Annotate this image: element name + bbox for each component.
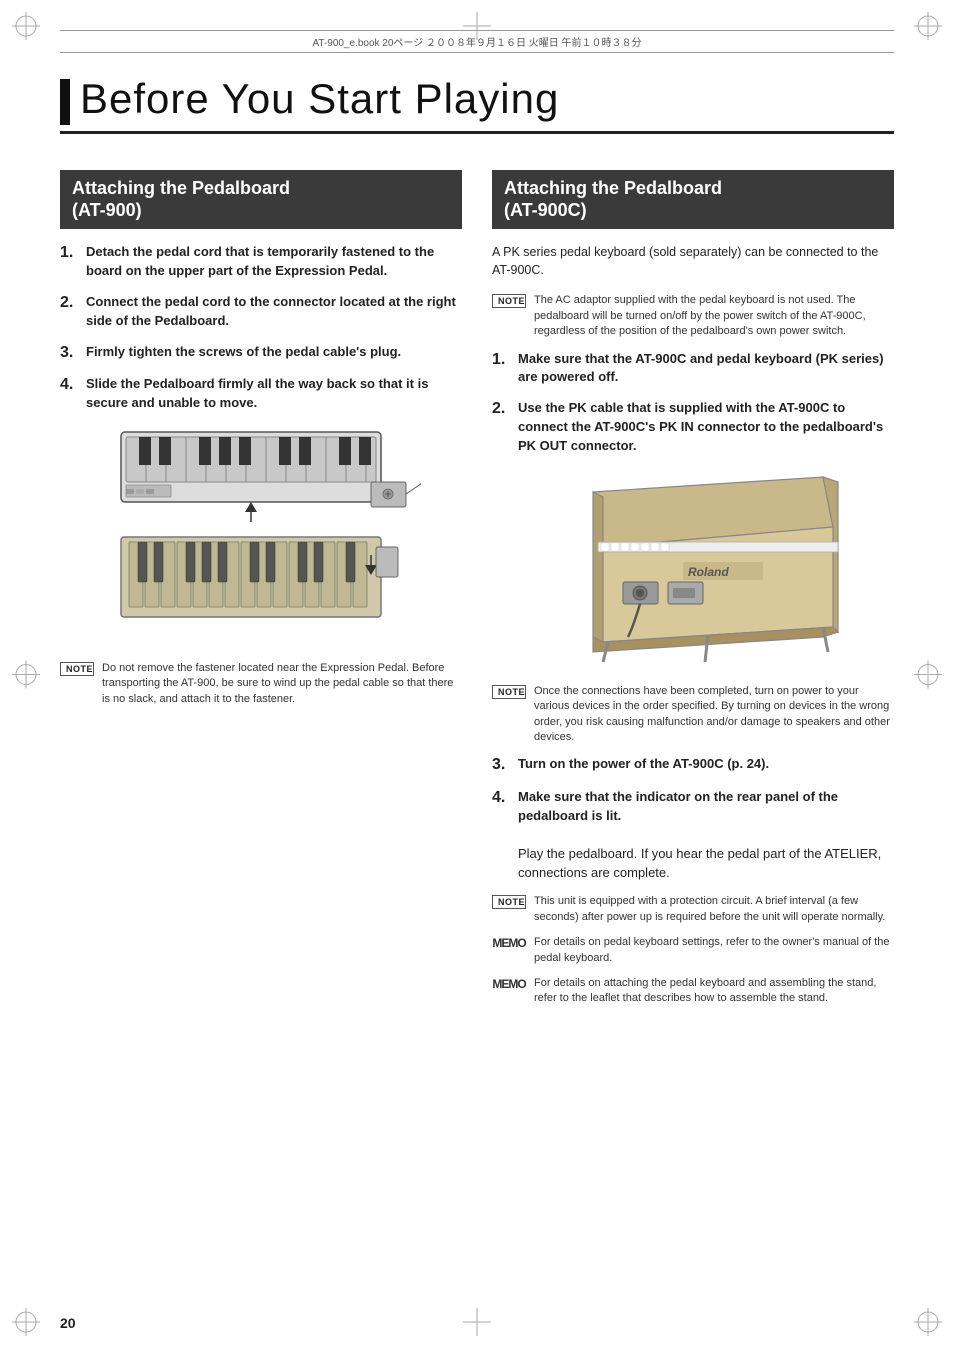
- right-note-box-2: NOTE Once the connections have been comp…: [492, 684, 894, 746]
- page-number: 20: [60, 1315, 76, 1331]
- right-step-4: 4. Make sure that the indicator on the r…: [492, 788, 894, 882]
- right-note-box-3: NOTE This unit is equipped with a protec…: [492, 894, 894, 925]
- note-label-r2: NOTE: [492, 685, 526, 699]
- right-memo-text-2: For details on attaching the pedal keybo…: [534, 976, 894, 1007]
- reg-mark-br: [914, 1308, 942, 1339]
- page-title-container: Before You Start Playing: [60, 75, 894, 134]
- right-step-2: 2. Use the PK cable that is supplied wit…: [492, 399, 894, 456]
- reg-mark-ml: [12, 660, 40, 691]
- top-bar: AT-900_e.book 20ページ ２００８年９月１６日 火曜日 午前１０時…: [60, 30, 894, 53]
- note-label-r3: NOTE: [492, 895, 526, 909]
- step-4-number: 4.: [60, 375, 80, 396]
- title-accent-bar: [60, 79, 70, 125]
- memo-label-2: MEMO: [492, 977, 526, 991]
- right-step-1-number: 1.: [492, 350, 512, 371]
- step-1-number: 1.: [60, 243, 80, 264]
- right-step-2-number: 2.: [492, 399, 512, 420]
- right-note-text-3: This unit is equipped with a protection …: [534, 894, 894, 925]
- piano-diagram-svg: Roland: [543, 472, 843, 667]
- step-2-text: Connect the pedal cord to the connector …: [86, 293, 462, 331]
- right-step-3-text: Turn on the power of the AT-900C (p. 24)…: [518, 755, 894, 774]
- pedalboard-diagram: Screw: [60, 427, 462, 647]
- right-memo-text-1: For details on pedal keyboard settings, …: [534, 935, 894, 966]
- right-step-2-text: Use the PK cable that is supplied with t…: [518, 399, 894, 456]
- note-label-left: NOTE: [60, 662, 94, 676]
- reg-mark-tl: [12, 12, 40, 43]
- memo-label-1: MEMO: [492, 936, 526, 950]
- reg-mark-mr: [914, 660, 942, 691]
- reg-mark-bl: [12, 1308, 40, 1339]
- left-section-header: Attaching the Pedalboard (AT-900): [60, 170, 462, 229]
- right-memo-box-1: MEMO For details on pedal keyboard setti…: [492, 935, 894, 966]
- right-step-4-text: Make sure that the indicator on the rear…: [518, 788, 894, 882]
- right-step-1-text: Make sure that the AT-900C and pedal key…: [518, 350, 894, 388]
- right-step-1: 1. Make sure that the AT-900C and pedal …: [492, 350, 894, 388]
- right-section-header: Attaching the Pedalboard (AT-900C): [492, 170, 894, 229]
- note-label-r1: NOTE: [492, 294, 526, 308]
- left-note-text: Do not remove the fastener located near …: [102, 661, 462, 707]
- right-intro-text: A PK series pedal keyboard (sold separat…: [492, 243, 894, 279]
- step-3-number: 3.: [60, 343, 80, 364]
- right-memo-box-2: MEMO For details on attaching the pedal …: [492, 976, 894, 1007]
- keyboard-diagram-svg: Screw: [101, 427, 421, 647]
- right-note-box-1: NOTE The AC adaptor supplied with the pe…: [492, 293, 894, 339]
- svg-text:Roland: Roland: [688, 565, 729, 579]
- step-4-text: Slide the Pedalboard firmly all the way …: [86, 375, 462, 413]
- right-step-3: 3. Turn on the power of the AT-900C (p. …: [492, 755, 894, 776]
- step-3: 3. Firmly tighten the screws of the peda…: [60, 343, 462, 364]
- right-column: Attaching the Pedalboard (AT-900C) A PK …: [492, 170, 894, 1291]
- step-1: 1. Detach the pedal cord that is tempora…: [60, 243, 462, 281]
- right-note-text-2: Once the connections have been completed…: [534, 684, 894, 746]
- step-3-text: Firmly tighten the screws of the pedal c…: [86, 343, 462, 362]
- content-area: Attaching the Pedalboard (AT-900) 1. Det…: [60, 170, 894, 1291]
- left-column: Attaching the Pedalboard (AT-900) 1. Det…: [60, 170, 462, 1291]
- step-1-text: Detach the pedal cord that is temporaril…: [86, 243, 462, 281]
- reg-mark-mb: [463, 1308, 491, 1339]
- page-title: Before You Start Playing: [60, 75, 894, 125]
- step-2-number: 2.: [60, 293, 80, 314]
- keyboard-diagram-container: Screw: [60, 427, 462, 647]
- step-2: 2. Connect the pedal cord to the connect…: [60, 293, 462, 331]
- reg-mark-tr: [914, 12, 942, 43]
- piano-diagram: Roland: [492, 470, 894, 670]
- step-4: 4. Slide the Pedalboard firmly all the w…: [60, 375, 462, 413]
- right-step-4-number: 4.: [492, 788, 512, 809]
- top-bar-text: AT-900_e.book 20ページ ２００８年９月１６日 火曜日 午前１０時…: [60, 34, 894, 49]
- right-note-text-1: The AC adaptor supplied with the pedal k…: [534, 293, 894, 339]
- right-step-3-number: 3.: [492, 755, 512, 776]
- left-note-box: NOTE Do not remove the fastener located …: [60, 661, 462, 707]
